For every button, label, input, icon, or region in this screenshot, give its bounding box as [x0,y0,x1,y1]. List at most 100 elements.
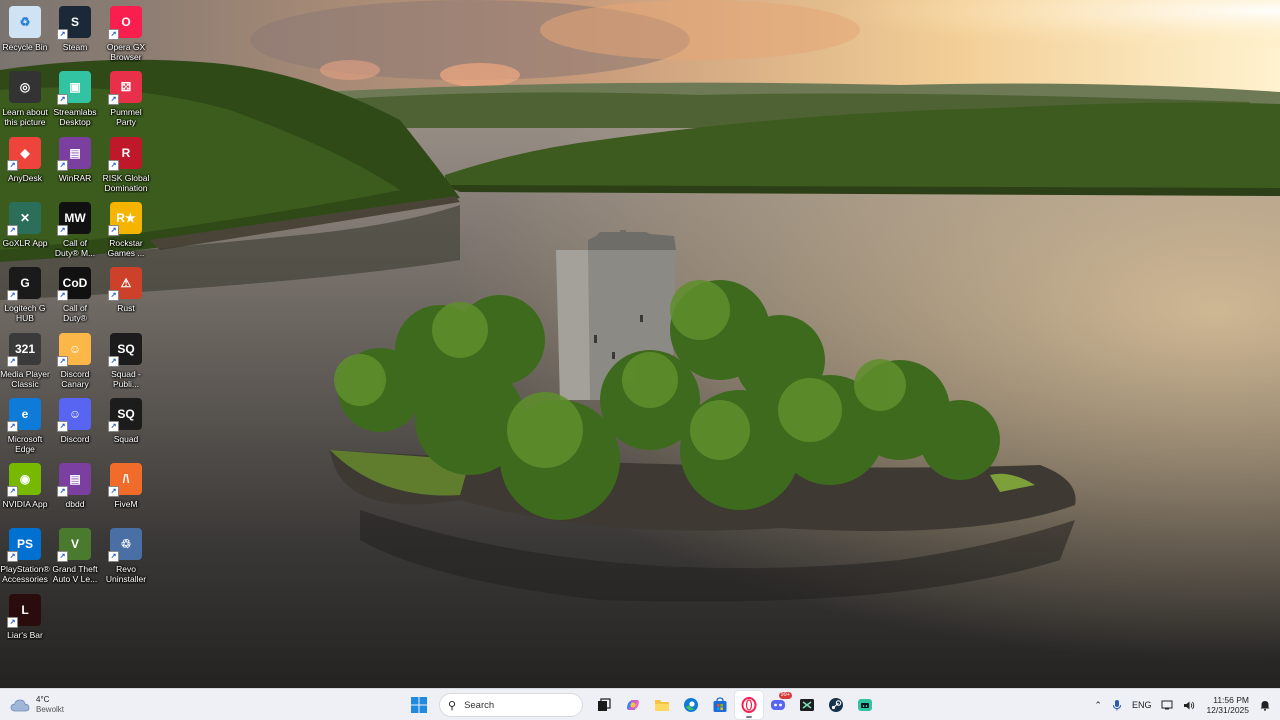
store-icon [713,697,726,712]
goxlr-button[interactable] [793,691,821,719]
learn-about-picture-icon: ◎ [9,71,41,104]
opera-gx-icon: O ↗ [108,6,142,40]
store-button[interactable] [706,691,734,719]
steam-button[interactable] [822,691,850,719]
discord-icon [770,700,785,710]
desktop-icon-streamlabs[interactable]: ▣ ↗ Streamlabs Desktop [50,69,100,131]
volume-icon[interactable] [1183,700,1195,711]
cod-mw-icon: MW ↗ [57,201,91,236]
shortcut-arrow-icon: ↗ [7,355,18,367]
file-explorer-button[interactable] [648,691,676,719]
desktop-icon-discord-canary[interactable]: ☺ ↗ Discord Canary [50,331,100,393]
weather-temperature: 4°C [36,695,50,704]
copilot-button[interactable] [619,691,647,719]
desktop-icon-learn-about-picture[interactable]: ◎ Learn about this picture [0,69,50,131]
squad-public-icon: SQ ↗ [108,332,142,367]
desktop-icon-label: Call of Duty® M... [54,237,96,258]
desktop-icon-label: Media Player Classic [0,368,50,389]
shortcut-arrow-icon: ↗ [7,420,18,432]
system-clock[interactable]: 11:56 PM 12/31/2025 [1206,695,1249,715]
notification-bell-icon[interactable] [1260,700,1270,711]
desktop-icon-rust[interactable]: ⚠ ↗ Rust [101,265,151,327]
desktop-icon-label: Logitech G HUB [4,303,46,324]
system-tray: ⌃ ENG 11:56 PM 12/31/2025 [1089,689,1272,720]
desktop-icon-liars-bar[interactable]: L ↗ Liar's Bar [0,592,50,654]
pummel-party-icon: ⚄ ↗ [108,71,142,106]
desktop-icon-nvidia[interactable]: ◉ ↗ NVIDIA App [0,461,50,523]
shortcut-arrow-icon: ↗ [7,616,18,628]
desktop-icon-recycle-bin[interactable]: ♻ Recycle Bin [0,4,50,66]
fivem-icon: /\ ↗ [108,463,142,498]
shortcut-arrow-icon: ↗ [108,290,119,302]
edge-icon [683,698,698,712]
desktop-icon-label: Squad [113,433,139,444]
cod-icon: CoD ↗ [57,267,91,302]
weather-condition: Bewolkt [36,705,65,714]
winrar-icon: ▤ ↗ [57,136,91,171]
shortcut-arrow-icon: ↗ [57,224,68,236]
shortcut-arrow-icon: ↗ [108,29,119,40]
shortcut-arrow-icon: ↗ [57,551,68,563]
desktop-icon-label: AnyDesk [7,172,42,183]
desktop-icon-logitech-ghub[interactable]: G ↗ Logitech G HUB [0,265,50,327]
desktop-icon-squad[interactable]: SQ ↗ Squad [101,396,151,458]
desktop-icon-discord[interactable]: ☺ ↗ Discord [50,396,100,458]
opera-gx-button[interactable] [734,691,763,719]
desktop-icon-label: Discord [60,433,90,444]
folder-icon [654,700,669,711]
castle-lake-scene [0,0,1280,688]
task-view-button[interactable] [590,691,618,719]
discord-icon: ☺ ↗ [57,397,91,432]
desktop-icon-label: Rockstar Games ... [107,237,145,258]
desktop-icon-label: Microsoft Edge [7,433,43,454]
shortcut-arrow-icon: ↗ [7,224,18,236]
search-icon: ⚲ [448,699,457,712]
shortcut-arrow-icon: ↗ [108,420,119,432]
desktop-icon-squad-public[interactable]: SQ ↗ Squad - Publi... [101,331,151,393]
desktop-icon-goxlr[interactable]: ✕ ↗ GoXLR App [0,200,50,262]
desktop-icon-revo-uninstaller[interactable]: ♲ ↗ Revo Uninstaller [101,526,151,588]
rockstar-icon: R★ ↗ [108,201,142,236]
desktop-icon-label: Learn about this picture [2,107,48,128]
search-input[interactable] [462,698,577,712]
taskbar-search-box[interactable]: ⚲ [439,693,583,717]
desktop-icon-risk[interactable]: R ↗ RISK Global Domination [101,135,151,197]
rust-icon: ⚠ ↗ [108,267,142,302]
start-button[interactable] [405,691,433,719]
desktop-icon-cod-mw[interactable]: MW ↗ Call of Duty® M... [50,200,100,262]
desktop-icon-edge[interactable]: e ↗ Microsoft Edge [0,396,50,458]
desktop-icon-label: FiveM [114,499,138,510]
desktop-icon-winrar[interactable]: ▤ ↗ WinRAR [50,135,100,197]
desktop-wallpaper [0,0,1280,688]
desktop-icon-label: Steam [62,42,88,52]
microphone-icon[interactable] [1112,699,1122,711]
shortcut-arrow-icon: ↗ [7,551,18,563]
desktop-icon-steam[interactable]: S ↗ Steam [50,4,100,66]
desktop-icon-label: NVIDIA App [2,499,48,510]
shortcut-arrow-icon: ↗ [108,486,119,498]
opera-gx-icon [741,697,756,713]
desktop-icon-pummel-party[interactable]: ⚄ ↗ Pummel Party [101,69,151,131]
desktop-icon-anydesk[interactable]: ◆ ↗ AnyDesk [0,135,50,197]
edge-button[interactable] [677,691,705,719]
desktop-icon-label: PlayStation® Accessories [0,564,50,585]
input-language-indicator[interactable]: ENG [1132,700,1152,710]
desktop-icon-winrar-archive[interactable]: ▤ ↗ dbdd [50,461,100,523]
show-hidden-icons-chevron-up-icon[interactable]: ⌃ [1094,700,1102,711]
desktop-icon-media-player-classic[interactable]: 321 ↗ Media Player Classic [0,331,50,393]
streamlabs-button[interactable] [851,691,879,719]
weather-widget[interactable]: 4°C Bewolkt [10,693,64,717]
desktop-icon-fivem[interactable]: /\ ↗ FiveM [101,461,151,523]
desktop-icon-label: dbdd [65,499,85,510]
desktop-icon-cod[interactable]: CoD ↗ Call of Duty® [50,265,100,327]
desktop-icon-rockstar[interactable]: R★ ↗ Rockstar Games ... [101,200,151,262]
desktop-icon-label: Pummel Party [110,107,142,128]
desktop-icon-opera-gx[interactable]: O ↗ Opera GX Browser [101,4,151,66]
goxlr-icon: ✕ ↗ [7,201,41,236]
network-icon[interactable] [1161,700,1173,711]
discord-button[interactable]: 99+ [764,691,792,719]
steam-icon [828,698,843,712]
desktop-icon-gta-v[interactable]: V ↗ Grand Theft Auto V Le... [50,526,100,588]
desktop-icon-playstation[interactable]: PS ↗ PlayStation® Accessories [0,526,50,588]
desktop-icon-label: Recycle Bin [2,42,48,52]
